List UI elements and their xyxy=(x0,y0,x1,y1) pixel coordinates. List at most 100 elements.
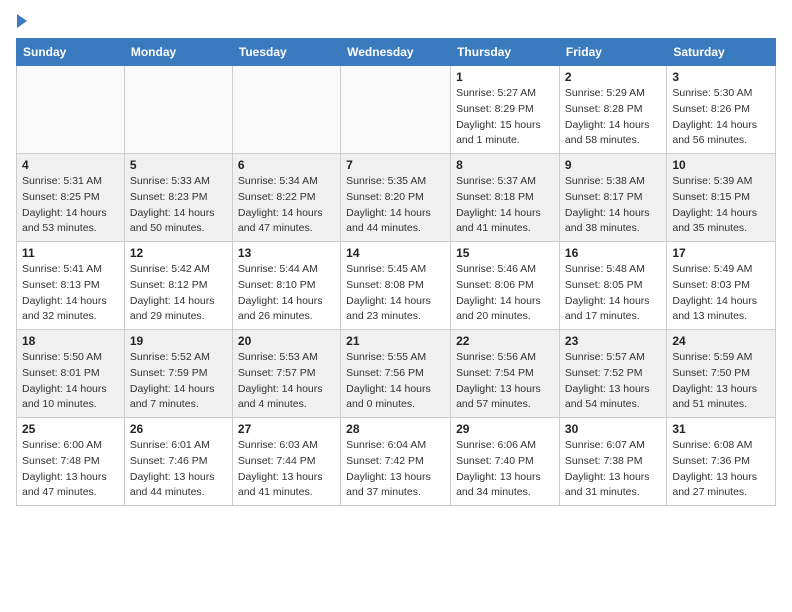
day-info: Sunrise: 5:35 AM Sunset: 8:20 PM Dayligh… xyxy=(346,174,445,237)
day-number: 21 xyxy=(346,334,445,348)
day-info: Sunrise: 5:50 AM Sunset: 8:01 PM Dayligh… xyxy=(22,350,119,413)
day-info: Sunrise: 6:06 AM Sunset: 7:40 PM Dayligh… xyxy=(456,438,554,501)
calendar-cell: 13 Sunrise: 5:44 AM Sunset: 8:10 PM Dayli… xyxy=(232,242,340,330)
calendar-cell: 31 Sunrise: 6:08 AM Sunset: 7:36 PM Dayli… xyxy=(667,418,776,506)
calendar-cell: 11 Sunrise: 5:41 AM Sunset: 8:13 PM Dayli… xyxy=(17,242,125,330)
day-info: Sunrise: 5:55 AM Sunset: 7:56 PM Dayligh… xyxy=(346,350,445,413)
day-number: 15 xyxy=(456,246,554,260)
calendar-cell: 6 Sunrise: 5:34 AM Sunset: 8:22 PM Daylig… xyxy=(232,154,340,242)
day-info: Sunrise: 5:42 AM Sunset: 8:12 PM Dayligh… xyxy=(130,262,227,325)
calendar-cell xyxy=(232,66,340,154)
calendar-week-4: 18 Sunrise: 5:50 AM Sunset: 8:01 PM Dayli… xyxy=(17,330,776,418)
weekday-header-saturday: Saturday xyxy=(667,39,776,66)
calendar-cell: 21 Sunrise: 5:55 AM Sunset: 7:56 PM Dayli… xyxy=(341,330,451,418)
day-info: Sunrise: 5:48 AM Sunset: 8:05 PM Dayligh… xyxy=(565,262,661,325)
calendar-table: SundayMondayTuesdayWednesdayThursdayFrid… xyxy=(16,38,776,506)
day-info: Sunrise: 5:44 AM Sunset: 8:10 PM Dayligh… xyxy=(238,262,335,325)
day-info: Sunrise: 6:08 AM Sunset: 7:36 PM Dayligh… xyxy=(672,438,770,501)
weekday-header-wednesday: Wednesday xyxy=(341,39,451,66)
day-number: 14 xyxy=(346,246,445,260)
calendar-cell: 2 Sunrise: 5:29 AM Sunset: 8:28 PM Daylig… xyxy=(559,66,666,154)
logo-triangle-icon xyxy=(17,14,27,28)
day-info: Sunrise: 5:30 AM Sunset: 8:26 PM Dayligh… xyxy=(672,86,770,149)
day-number: 16 xyxy=(565,246,661,260)
calendar-cell: 7 Sunrise: 5:35 AM Sunset: 8:20 PM Daylig… xyxy=(341,154,451,242)
calendar-cell xyxy=(341,66,451,154)
day-number: 19 xyxy=(130,334,227,348)
day-info: Sunrise: 5:27 AM Sunset: 8:29 PM Dayligh… xyxy=(456,86,554,149)
day-info: Sunrise: 5:57 AM Sunset: 7:52 PM Dayligh… xyxy=(565,350,661,413)
day-number: 31 xyxy=(672,422,770,436)
day-info: Sunrise: 5:49 AM Sunset: 8:03 PM Dayligh… xyxy=(672,262,770,325)
calendar-cell xyxy=(124,66,232,154)
day-number: 23 xyxy=(565,334,661,348)
day-number: 4 xyxy=(22,158,119,172)
calendar-cell: 16 Sunrise: 5:48 AM Sunset: 8:05 PM Dayli… xyxy=(559,242,666,330)
calendar-week-3: 11 Sunrise: 5:41 AM Sunset: 8:13 PM Dayli… xyxy=(17,242,776,330)
calendar-cell: 26 Sunrise: 6:01 AM Sunset: 7:46 PM Dayli… xyxy=(124,418,232,506)
day-number: 30 xyxy=(565,422,661,436)
day-number: 13 xyxy=(238,246,335,260)
day-number: 27 xyxy=(238,422,335,436)
weekday-header-row: SundayMondayTuesdayWednesdayThursdayFrid… xyxy=(17,39,776,66)
day-number: 22 xyxy=(456,334,554,348)
day-info: Sunrise: 5:45 AM Sunset: 8:08 PM Dayligh… xyxy=(346,262,445,325)
day-info: Sunrise: 5:31 AM Sunset: 8:25 PM Dayligh… xyxy=(22,174,119,237)
day-number: 12 xyxy=(130,246,227,260)
day-number: 9 xyxy=(565,158,661,172)
weekday-header-friday: Friday xyxy=(559,39,666,66)
calendar-body: 1Sunrise: 5:27 AM Sunset: 8:29 PM Daylig… xyxy=(17,66,776,506)
calendar-cell: 14 Sunrise: 5:45 AM Sunset: 8:08 PM Dayli… xyxy=(341,242,451,330)
calendar-cell: 10 Sunrise: 5:39 AM Sunset: 8:15 PM Dayli… xyxy=(667,154,776,242)
calendar-cell: 8 Sunrise: 5:37 AM Sunset: 8:18 PM Daylig… xyxy=(451,154,560,242)
day-number: 5 xyxy=(130,158,227,172)
day-info: Sunrise: 6:04 AM Sunset: 7:42 PM Dayligh… xyxy=(346,438,445,501)
day-number: 8 xyxy=(456,158,554,172)
calendar-cell: 3 Sunrise: 5:30 AM Sunset: 8:26 PM Daylig… xyxy=(667,66,776,154)
weekday-header-thursday: Thursday xyxy=(451,39,560,66)
day-info: Sunrise: 6:03 AM Sunset: 7:44 PM Dayligh… xyxy=(238,438,335,501)
weekday-header-monday: Monday xyxy=(124,39,232,66)
day-info: Sunrise: 5:59 AM Sunset: 7:50 PM Dayligh… xyxy=(672,350,770,413)
calendar-week-2: 4 Sunrise: 5:31 AM Sunset: 8:25 PM Daylig… xyxy=(17,154,776,242)
header xyxy=(16,16,776,30)
day-number: 11 xyxy=(22,246,119,260)
day-number: 17 xyxy=(672,246,770,260)
day-info: Sunrise: 5:33 AM Sunset: 8:23 PM Dayligh… xyxy=(130,174,227,237)
day-info: Sunrise: 5:53 AM Sunset: 7:57 PM Dayligh… xyxy=(238,350,335,413)
day-info: Sunrise: 5:52 AM Sunset: 7:59 PM Dayligh… xyxy=(130,350,227,413)
calendar-cell: 9Sunrise: 5:38 AM Sunset: 8:17 PM Daylig… xyxy=(559,154,666,242)
calendar-cell: 20 Sunrise: 5:53 AM Sunset: 7:57 PM Dayli… xyxy=(232,330,340,418)
day-number: 26 xyxy=(130,422,227,436)
day-info: Sunrise: 5:29 AM Sunset: 8:28 PM Dayligh… xyxy=(565,86,661,149)
calendar-cell: 24 Sunrise: 5:59 AM Sunset: 7:50 PM Dayli… xyxy=(667,330,776,418)
day-info: Sunrise: 5:46 AM Sunset: 8:06 PM Dayligh… xyxy=(456,262,554,325)
logo xyxy=(16,16,27,30)
day-number: 7 xyxy=(346,158,445,172)
day-number: 18 xyxy=(22,334,119,348)
day-number: 25 xyxy=(22,422,119,436)
calendar-cell: 27 Sunrise: 6:03 AM Sunset: 7:44 PM Dayli… xyxy=(232,418,340,506)
calendar-week-1: 1Sunrise: 5:27 AM Sunset: 8:29 PM Daylig… xyxy=(17,66,776,154)
day-number: 20 xyxy=(238,334,335,348)
calendar-cell: 23 Sunrise: 5:57 AM Sunset: 7:52 PM Dayli… xyxy=(559,330,666,418)
calendar-cell xyxy=(17,66,125,154)
day-info: Sunrise: 6:00 AM Sunset: 7:48 PM Dayligh… xyxy=(22,438,119,501)
calendar-cell: 17 Sunrise: 5:49 AM Sunset: 8:03 PM Dayli… xyxy=(667,242,776,330)
day-info: Sunrise: 5:39 AM Sunset: 8:15 PM Dayligh… xyxy=(672,174,770,237)
calendar-cell: 5 Sunrise: 5:33 AM Sunset: 8:23 PM Daylig… xyxy=(124,154,232,242)
day-number: 29 xyxy=(456,422,554,436)
calendar-cell: 1Sunrise: 5:27 AM Sunset: 8:29 PM Daylig… xyxy=(451,66,560,154)
day-number: 10 xyxy=(672,158,770,172)
calendar-cell: 29 Sunrise: 6:06 AM Sunset: 7:40 PM Dayli… xyxy=(451,418,560,506)
day-number: 3 xyxy=(672,70,770,84)
day-info: Sunrise: 5:34 AM Sunset: 8:22 PM Dayligh… xyxy=(238,174,335,237)
day-number: 2 xyxy=(565,70,661,84)
calendar-week-5: 25 Sunrise: 6:00 AM Sunset: 7:48 PM Dayli… xyxy=(17,418,776,506)
day-info: Sunrise: 6:01 AM Sunset: 7:46 PM Dayligh… xyxy=(130,438,227,501)
day-number: 6 xyxy=(238,158,335,172)
day-info: Sunrise: 5:37 AM Sunset: 8:18 PM Dayligh… xyxy=(456,174,554,237)
calendar-cell: 28Sunrise: 6:04 AM Sunset: 7:42 PM Dayli… xyxy=(341,418,451,506)
day-info: Sunrise: 5:41 AM Sunset: 8:13 PM Dayligh… xyxy=(22,262,119,325)
day-number: 24 xyxy=(672,334,770,348)
